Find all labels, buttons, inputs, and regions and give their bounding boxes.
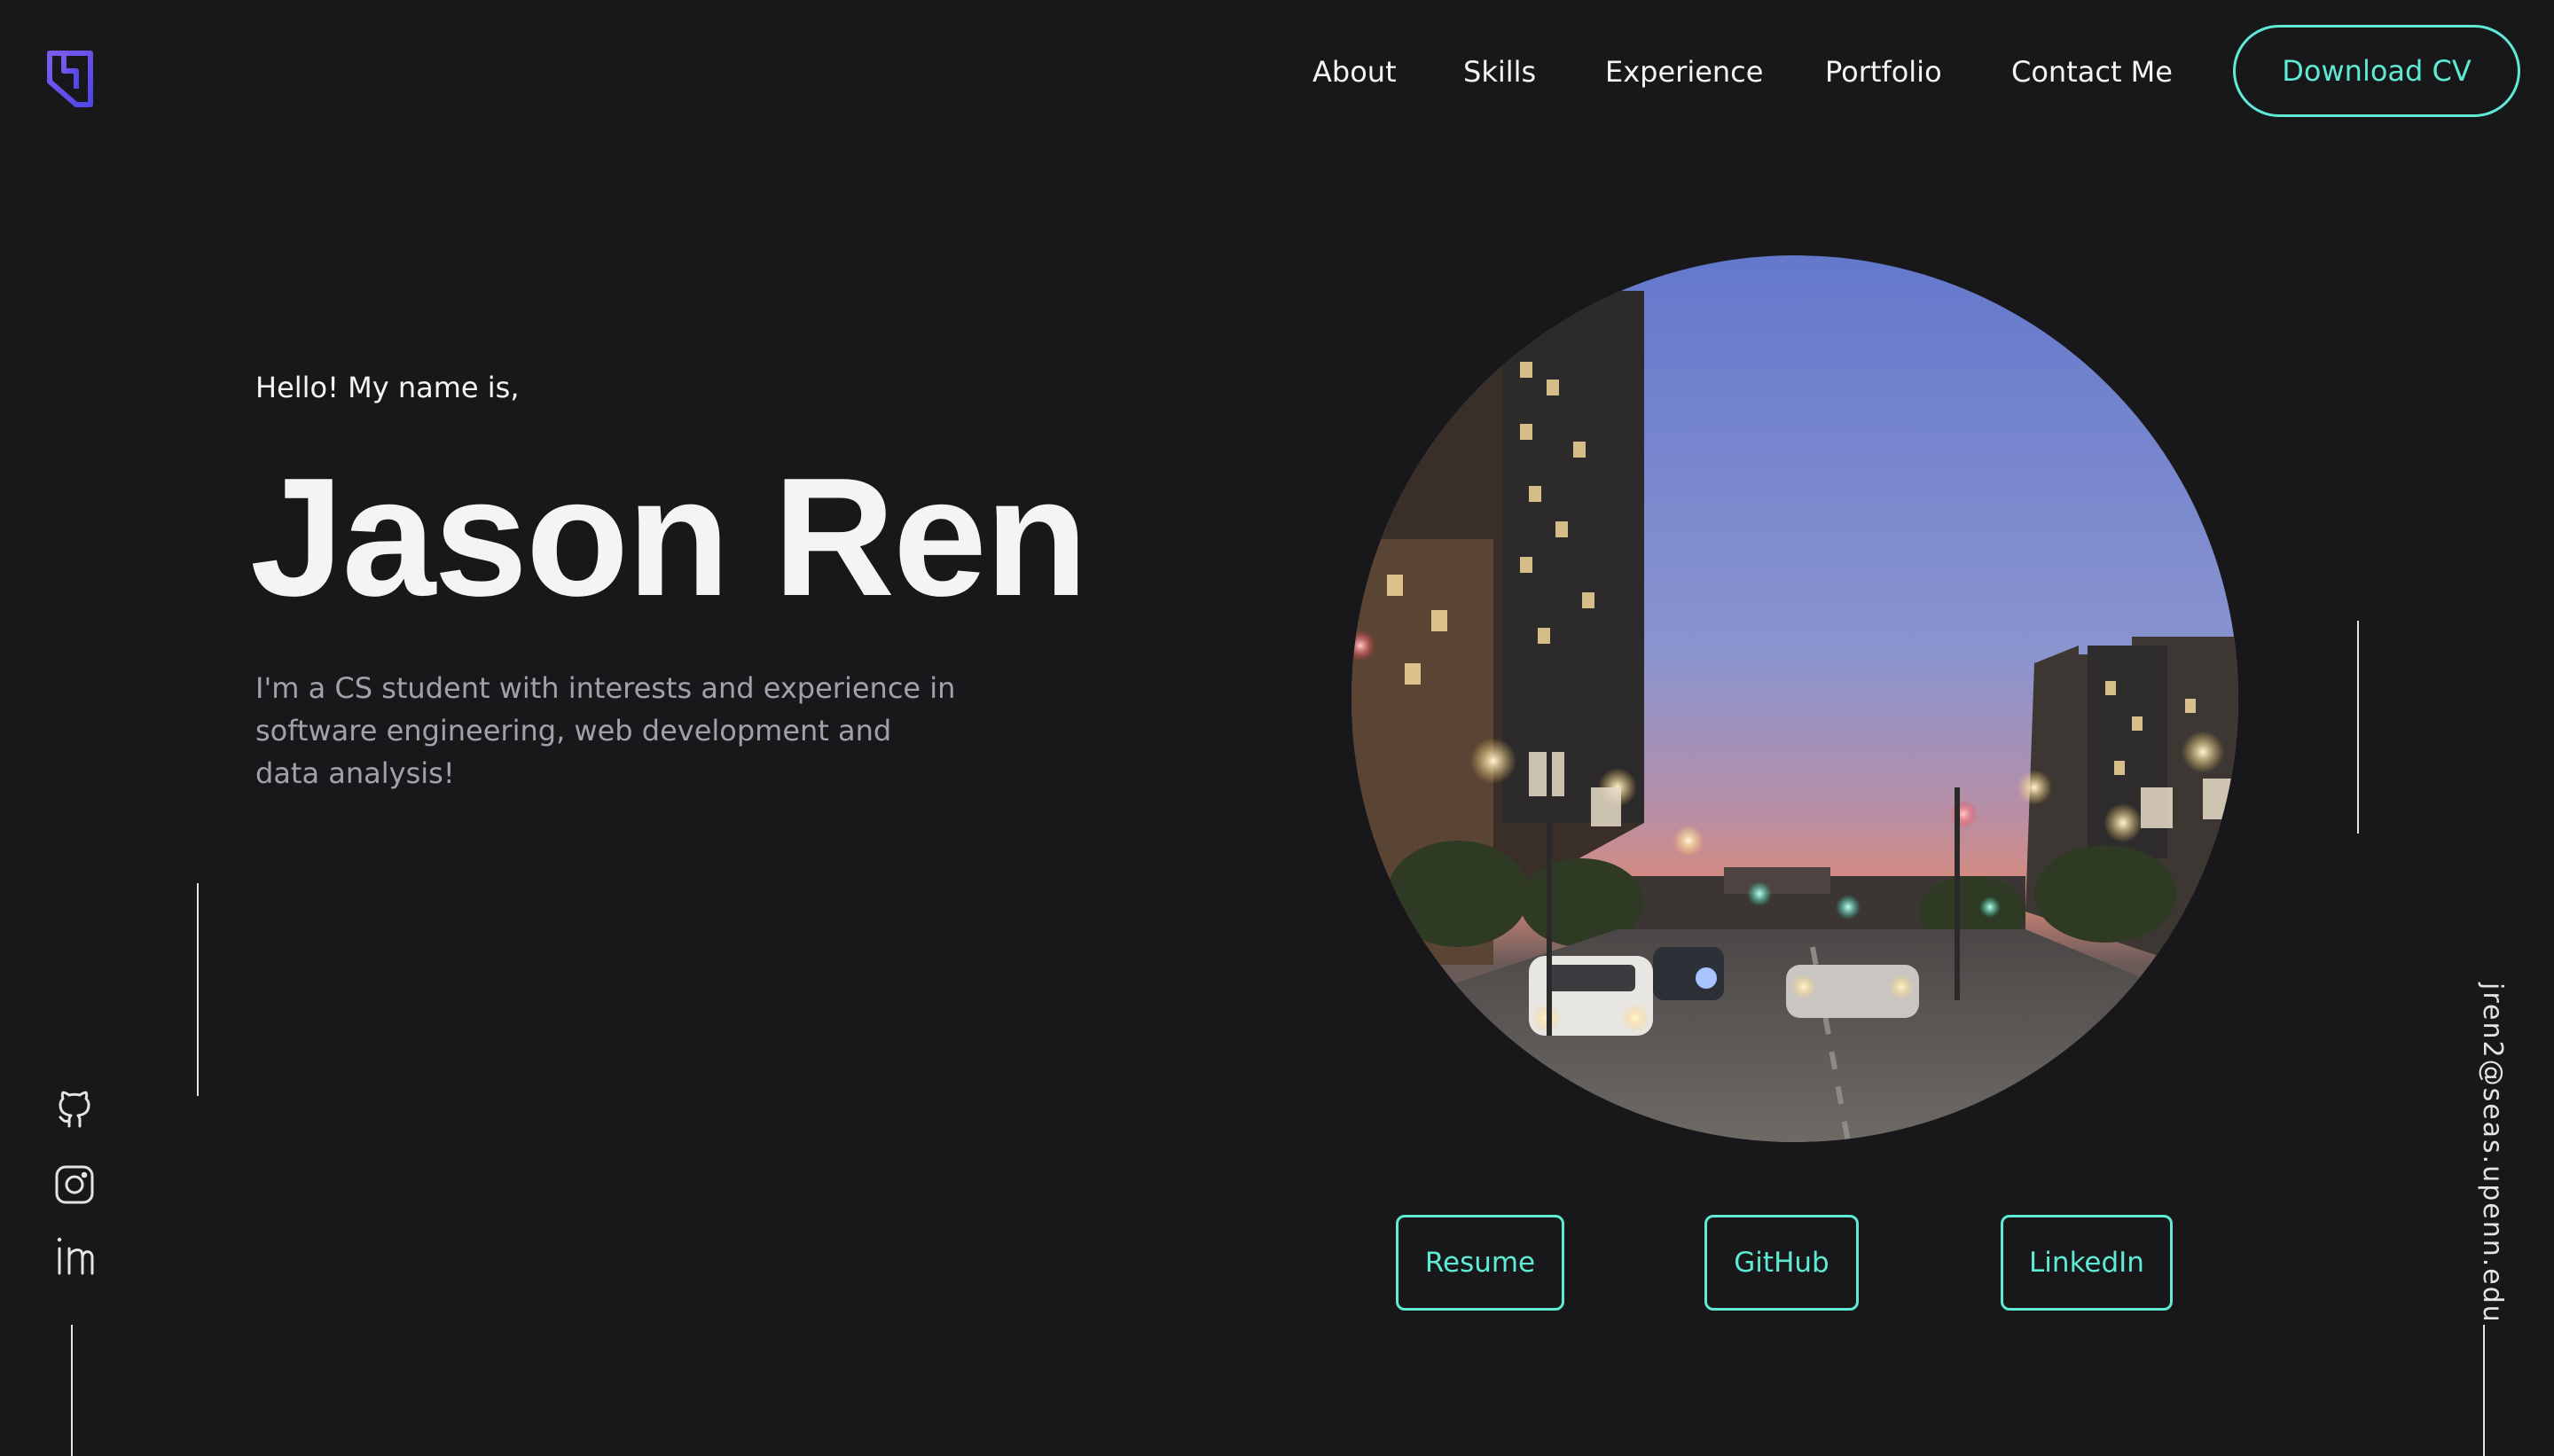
hero-bio-line: data analysis! xyxy=(255,756,455,790)
left-bottom-line xyxy=(71,1325,73,1456)
nav-link-portfolio[interactable]: Portfolio xyxy=(1825,51,1942,92)
hero-greeting: Hello! My name is, xyxy=(255,371,520,404)
github-icon[interactable] xyxy=(53,1089,96,1131)
github-button[interactable]: GitHub xyxy=(1704,1215,1859,1311)
nav-link-skills[interactable]: Skills xyxy=(1463,51,1536,92)
download-cv-button[interactable]: Download CV xyxy=(2233,25,2520,117)
hero-name: Jason Ren xyxy=(250,443,1088,631)
portfolio-page: About Skills Experience Portfolio Contac… xyxy=(0,0,2554,1456)
email-link[interactable]: jren2@seas.upenn.edu xyxy=(2467,982,2508,1324)
left-divider-line xyxy=(197,883,199,1096)
hero-bio: I'm a CS student with interests and expe… xyxy=(255,667,965,795)
resume-button[interactable]: Resume xyxy=(1396,1215,1564,1311)
profile-photo xyxy=(1351,255,2238,1142)
hero-bio-line: I'm a CS student with interests and expe… xyxy=(255,671,956,705)
top-nav: About Skills Experience Portfolio Contac… xyxy=(0,25,2554,119)
linkedin-icon[interactable] xyxy=(53,1234,96,1277)
right-divider-line xyxy=(2357,621,2359,834)
instagram-icon[interactable] xyxy=(53,1163,96,1206)
nav-link-experience[interactable]: Experience xyxy=(1605,51,1763,92)
nav-link-about[interactable]: About xyxy=(1312,51,1397,92)
right-bottom-line xyxy=(2483,1325,2485,1456)
nav-link-contact[interactable]: Contact Me xyxy=(2011,51,2173,92)
hero-bio-line: software engineering, web development an… xyxy=(255,714,892,748)
linkedin-button[interactable]: LinkedIn xyxy=(2001,1215,2173,1311)
